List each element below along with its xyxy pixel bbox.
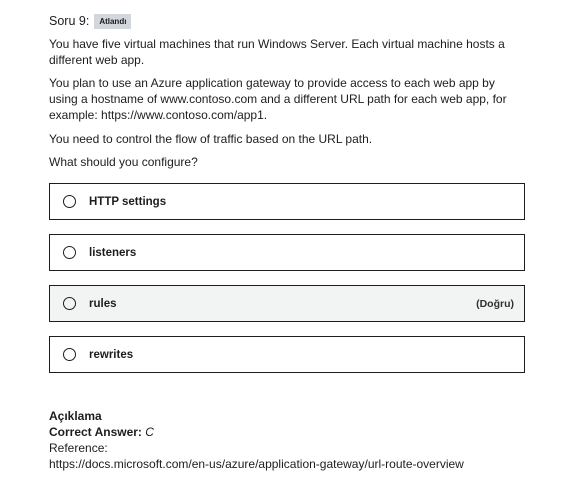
question-header: Soru 9: Atlandı bbox=[49, 12, 525, 30]
radio-icon[interactable] bbox=[63, 348, 76, 361]
correct-answer: Correct Answer: C bbox=[49, 424, 525, 440]
option-rewrites[interactable]: rewrites bbox=[49, 336, 525, 373]
explanation: Açıklama Correct Answer: C Reference: ht… bbox=[49, 408, 525, 472]
option-label: rules bbox=[89, 297, 117, 310]
radio-icon[interactable] bbox=[63, 195, 76, 208]
status-badge: Atlandı bbox=[94, 13, 132, 29]
reference-url: https://docs.microsoft.com/en-us/azure/a… bbox=[49, 457, 464, 471]
radio-icon[interactable] bbox=[63, 297, 76, 310]
correct-answer-label: Correct Answer: bbox=[49, 425, 142, 439]
reference-label: Reference: bbox=[49, 441, 108, 455]
question-panel: Soru 9: Atlandı You have five virtual ma… bbox=[49, 12, 525, 472]
question-number: Soru 9: bbox=[49, 14, 90, 28]
question-text: You have five virtual machines that run … bbox=[49, 37, 505, 67]
correct-answer-value: C bbox=[145, 425, 154, 439]
option-rules[interactable]: rules (Doğru) bbox=[49, 285, 525, 322]
option-http-settings[interactable]: HTTP settings bbox=[49, 183, 525, 220]
explanation-title: Açıklama bbox=[49, 409, 102, 423]
option-label: rewrites bbox=[89, 348, 134, 361]
answer-options: HTTP settings listeners rules (Doğru) re… bbox=[49, 183, 525, 373]
radio-icon[interactable] bbox=[63, 246, 76, 259]
option-label: HTTP settings bbox=[89, 195, 167, 208]
option-label: listeners bbox=[89, 246, 137, 259]
correct-tag: (Doğru) bbox=[476, 297, 514, 310]
question-text: You plan to use an Azure application gat… bbox=[49, 76, 507, 122]
question-text: You need to control the flow of traffic … bbox=[49, 132, 373, 146]
option-listeners[interactable]: listeners bbox=[49, 234, 525, 271]
question-prompt: What should you configure? bbox=[49, 155, 198, 169]
